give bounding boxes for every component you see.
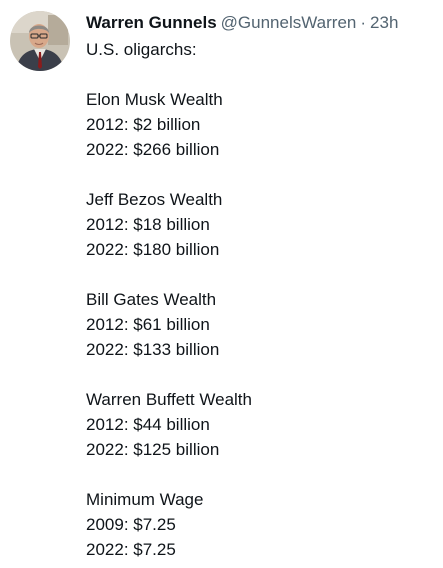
section-line: 2022: $7.25 bbox=[86, 540, 176, 559]
cut-off-text: ~ ~ ~ ~ ~ ~ ~ ~ bbox=[118, 0, 247, 3]
section-line: 2022: $125 billion bbox=[86, 440, 220, 459]
section-heading: Jeff Bezos Wealth bbox=[86, 190, 223, 209]
author-name[interactable]: Warren Gunnels bbox=[86, 13, 217, 32]
tweet-intro: U.S. oligarchs: bbox=[86, 40, 197, 59]
section-line: 2009: $7.25 bbox=[86, 515, 176, 534]
section-line: 2022: $266 billion bbox=[86, 140, 220, 159]
section-heading: Warren Buffett Wealth bbox=[86, 390, 252, 409]
avatar[interactable] bbox=[10, 11, 70, 71]
section-line: 2022: $180 billion bbox=[86, 240, 220, 259]
wealth-section-musk: Elon Musk Wealth 2012: $2 billion 2022: … bbox=[86, 87, 426, 162]
section-heading: Elon Musk Wealth bbox=[86, 90, 223, 109]
minimum-wage-section: Minimum Wage 2009: $7.25 2022: $7.25 bbox=[86, 487, 426, 562]
wealth-section-bezos: Jeff Bezos Wealth 2012: $18 billion 2022… bbox=[86, 187, 426, 262]
author-handle[interactable]: @GunnelsWarren bbox=[221, 13, 357, 32]
previous-tweet-fragment: ~ ~ ~ ~ ~ ~ ~ ~ bbox=[0, 0, 443, 3]
section-line: 2012: $61 billion bbox=[86, 315, 210, 334]
tweet-header: Warren Gunnels @GunnelsWarren · 23h bbox=[86, 11, 439, 35]
wealth-section-gates: Bill Gates Wealth 2012: $61 billion 2022… bbox=[86, 287, 426, 362]
tweet-timestamp[interactable]: 23h bbox=[370, 13, 398, 32]
section-line: 2012: $44 billion bbox=[86, 415, 210, 434]
header-separator: · bbox=[360, 13, 367, 32]
section-heading: Bill Gates Wealth bbox=[86, 290, 217, 309]
section-heading: Minimum Wage bbox=[86, 490, 204, 509]
section-line: 2012: $18 billion bbox=[86, 215, 210, 234]
wealth-section-buffett: Warren Buffett Wealth 2012: $44 billion … bbox=[86, 387, 426, 462]
section-line: 2012: $2 billion bbox=[86, 115, 201, 134]
section-line: 2022: $133 billion bbox=[86, 340, 220, 359]
profile-photo-icon bbox=[10, 11, 70, 71]
tweet-text: U.S. oligarchs: Elon Musk Wealth 2012: $… bbox=[86, 37, 426, 562]
